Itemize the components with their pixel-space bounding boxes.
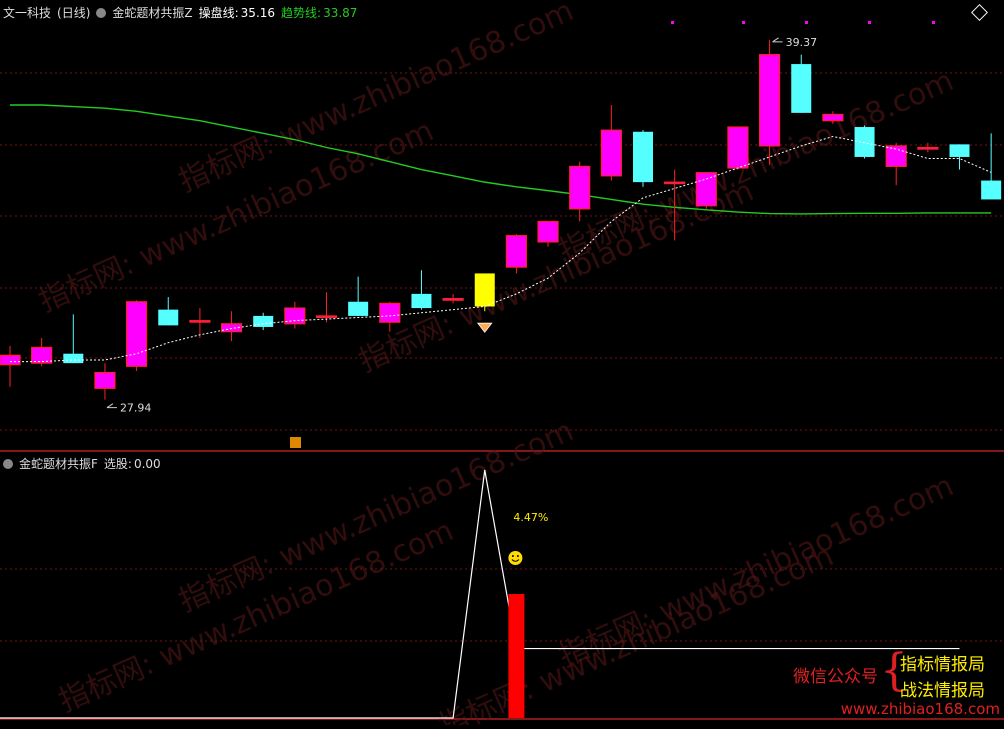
candle-body bbox=[348, 301, 369, 316]
candle-0 bbox=[0, 345, 21, 387]
sub-label: 选股: bbox=[103, 457, 132, 471]
candle-27 bbox=[854, 125, 875, 159]
candle-11 bbox=[348, 276, 369, 316]
watermark-7: 指标网: www.zhibiao168.com bbox=[433, 538, 838, 725]
candle-19 bbox=[600, 105, 622, 181]
sub-value: 0.00 bbox=[133, 457, 161, 471]
candle-body bbox=[695, 172, 717, 207]
sub-indicator-name: 金蛇题材共振F bbox=[19, 457, 98, 471]
candle-body bbox=[63, 353, 84, 364]
sub-indicator-toggle-icon[interactable] bbox=[3, 459, 13, 469]
candle-body bbox=[379, 302, 401, 323]
candle-body bbox=[822, 113, 844, 122]
brand-name-bottom: 战法情报局 bbox=[900, 681, 985, 701]
candle-body bbox=[537, 220, 559, 243]
candle-body bbox=[442, 298, 464, 301]
top-signal-dot-0 bbox=[671, 21, 674, 24]
candle-30 bbox=[949, 144, 970, 170]
candle-20 bbox=[633, 130, 653, 187]
candle-body bbox=[315, 315, 338, 319]
indicator-toggle-icon[interactable] bbox=[96, 8, 107, 18]
candle-body bbox=[949, 144, 970, 157]
candle-body bbox=[505, 235, 527, 268]
smiley-icon bbox=[508, 551, 523, 565]
candle-29 bbox=[917, 142, 939, 153]
candle-body bbox=[474, 273, 495, 307]
chart-canvas[interactable]: 指标网: www.zhibiao168.com指标网: www.zhibiao1… bbox=[0, 0, 1004, 729]
top-signal-dot-1 bbox=[742, 21, 745, 24]
candle-3 bbox=[94, 363, 116, 400]
indicator-name: 金蛇题材共振Z bbox=[112, 6, 193, 20]
candle-10 bbox=[315, 292, 338, 323]
candle-24 bbox=[758, 39, 781, 165]
stock-name: 文一科技 bbox=[3, 6, 52, 20]
candle-7 bbox=[220, 311, 243, 342]
candle-22 bbox=[695, 172, 717, 209]
watermark-6: 指标网: www.zhibiao168.com bbox=[53, 513, 458, 719]
sub-header: 金蛇题材共振F 选股: 0.00 bbox=[3, 455, 167, 472]
candle-28 bbox=[885, 142, 907, 186]
candle-body bbox=[633, 131, 653, 183]
brand-wechat-label: 微信公众号 bbox=[793, 667, 878, 687]
candle-body bbox=[411, 293, 432, 309]
candle-body bbox=[284, 307, 306, 325]
line1-label: 操盘线: bbox=[198, 6, 239, 20]
candle-body bbox=[0, 354, 21, 366]
low-arrow bbox=[106, 403, 117, 409]
candle-31 bbox=[981, 133, 1002, 200]
candle-15 bbox=[474, 273, 495, 312]
brand-name-top: 指标情报局 bbox=[900, 655, 985, 675]
candle-16 bbox=[505, 234, 527, 274]
sub-annotation: 4.47% bbox=[513, 511, 548, 524]
candle-body bbox=[664, 181, 686, 185]
candle-body bbox=[569, 165, 591, 210]
candle-9 bbox=[284, 301, 306, 329]
candle-body bbox=[885, 145, 907, 167]
candle-4 bbox=[125, 300, 148, 372]
smiley-eye bbox=[516, 555, 519, 557]
candle-body bbox=[125, 301, 148, 367]
candle-13 bbox=[411, 270, 432, 310]
candle-25 bbox=[791, 54, 812, 113]
candle-body bbox=[981, 180, 1002, 200]
chart-stage[interactable]: 指标网: www.zhibiao168.com 指标网: www.zhibiao1… bbox=[0, 0, 1004, 729]
candle-body bbox=[94, 371, 116, 389]
candle-body bbox=[791, 64, 812, 113]
candle-2 bbox=[63, 314, 84, 364]
candle-body bbox=[758, 54, 781, 147]
main-header: 文一科技 (日线) 金蛇题材共振Z 操盘线: 35.16 趋势线: 33.87 bbox=[3, 4, 363, 21]
corner-diamond-icon bbox=[971, 4, 988, 21]
forecast-marker-icon bbox=[290, 437, 301, 448]
top-signal-dot-3 bbox=[868, 21, 871, 24]
candle-18 bbox=[569, 161, 591, 222]
top-signal-dot-2 bbox=[805, 21, 808, 24]
smiley-eye bbox=[511, 555, 514, 557]
high-arrow bbox=[772, 37, 783, 43]
line1-value: 35.16 bbox=[240, 6, 276, 20]
candle-body bbox=[854, 127, 875, 157]
line2-value: 33.87 bbox=[323, 6, 358, 20]
candle-body bbox=[253, 315, 274, 327]
candle-body bbox=[727, 126, 749, 169]
candle-body bbox=[31, 346, 53, 364]
line2-label: 趋势线: bbox=[281, 6, 322, 20]
candle-8 bbox=[253, 312, 274, 331]
candle-body bbox=[917, 146, 939, 150]
candle-body bbox=[189, 320, 211, 323]
candle-body bbox=[600, 129, 622, 177]
candle-5 bbox=[158, 297, 179, 326]
candle-23 bbox=[727, 126, 749, 170]
period-label: (日线) bbox=[57, 6, 91, 20]
low-label: 27.94 bbox=[120, 402, 152, 415]
candle-body bbox=[158, 309, 179, 326]
sub-bar bbox=[508, 594, 525, 718]
high-label: 39.37 bbox=[786, 36, 818, 49]
brand-url: www.zhibiao168.com bbox=[841, 700, 1000, 718]
top-signal-dot-4 bbox=[932, 21, 935, 24]
